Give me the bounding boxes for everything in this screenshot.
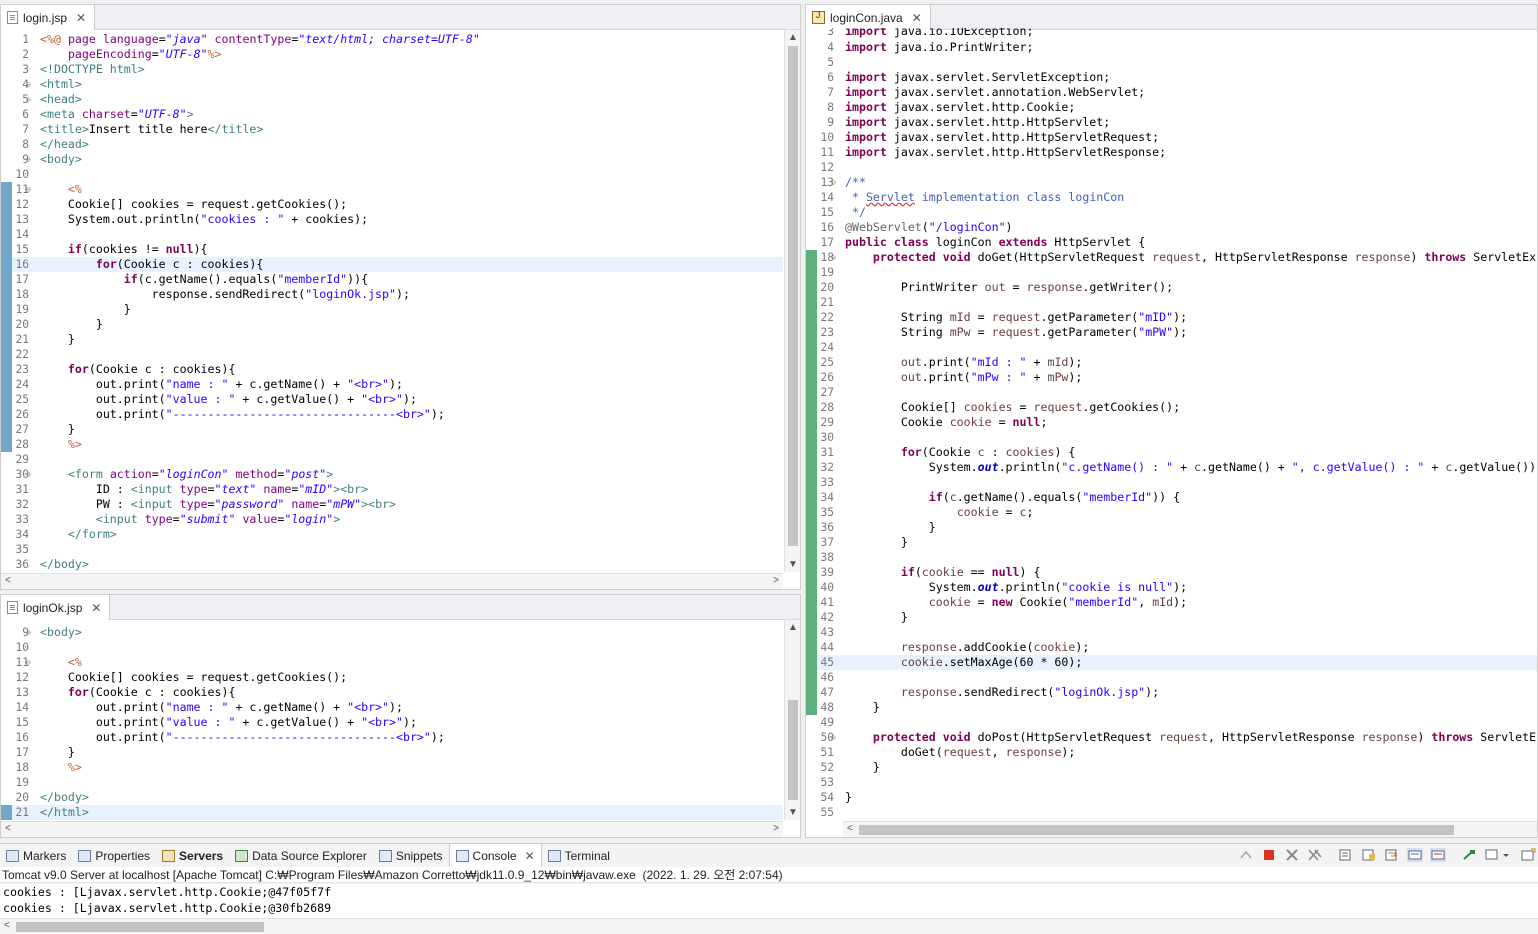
- horizontal-scrollbar[interactable]: < >: [1, 573, 783, 589]
- chevron-down-icon[interactable]: [1501, 848, 1511, 862]
- tab-label: Properties: [95, 848, 151, 863]
- scroll-down-icon[interactable]: ▼: [785, 807, 800, 818]
- tab-login-jsp[interactable]: login.jsp ✕: [1, 5, 96, 30]
- tab-logincon-java[interactable]: loginCon.java ✕: [806, 5, 931, 30]
- clear-console-icon[interactable]: [1338, 848, 1354, 862]
- scroll-left-icon[interactable]: <: [4, 920, 10, 931]
- markers-icon: [6, 849, 19, 862]
- close-icon[interactable]: ✕: [525, 849, 535, 863]
- editor-tabbar: loginCon.java ✕: [806, 5, 1537, 30]
- show-on-stderr-icon[interactable]: [1430, 848, 1446, 862]
- tab-label: Data Source Explorer: [252, 848, 367, 863]
- data-source-icon: [235, 849, 249, 862]
- tab-label: login.jsp: [23, 10, 68, 25]
- console-horizontal-scrollbar[interactable]: <: [0, 918, 1538, 934]
- remove-launch-icon[interactable]: [1284, 848, 1300, 862]
- editor-tabbar: login.jsp ✕: [1, 5, 800, 30]
- display-console-icon[interactable]: [1484, 848, 1500, 862]
- tab-label: loginOk.jsp: [23, 600, 83, 615]
- pin-console-icon[interactable]: [1461, 848, 1477, 862]
- tab-properties[interactable]: Properties: [72, 844, 156, 868]
- scroll-right-icon[interactable]: >: [773, 575, 779, 586]
- console-line: cookies : [Ljavax.servlet.http.Cookie;@4…: [3, 885, 332, 899]
- tab-snippets[interactable]: Snippets: [373, 844, 449, 868]
- terminal-icon: [547, 849, 561, 862]
- tab-console[interactable]: Console ✕: [448, 843, 542, 868]
- scroll-right-icon[interactable]: >: [773, 823, 779, 834]
- scroll-left-icon[interactable]: <: [5, 823, 11, 834]
- tab-servers[interactable]: Servers: [156, 844, 229, 868]
- close-icon[interactable]: ✕: [912, 11, 922, 25]
- scroll-left-icon[interactable]: <: [5, 575, 11, 586]
- jsp-file-icon: [7, 601, 18, 614]
- vertical-scrollbar[interactable]: ▲ ▼: [784, 620, 800, 820]
- console-icon: [455, 849, 469, 862]
- open-console-icon[interactable]: [1520, 848, 1536, 862]
- scroll-up-icon[interactable]: ▲: [785, 622, 800, 633]
- tab-label: Markers: [23, 848, 67, 863]
- show-on-stdout-icon[interactable]: [1407, 848, 1423, 862]
- tab-label: Snippets: [395, 848, 443, 863]
- tab-markers[interactable]: Markers: [0, 844, 72, 868]
- tab-terminal[interactable]: Terminal: [542, 844, 616, 868]
- remove-all-icon[interactable]: [1307, 848, 1323, 862]
- jsp-file-icon: [7, 11, 18, 24]
- editor-login-jsp: login.jsp ✕ 1 <%@ page language="java" co…: [0, 4, 801, 590]
- tab-label: Terminal: [564, 848, 610, 863]
- code-area[interactable]: 3 import java.io.IOException; 4 import jav…: [806, 28, 1537, 820]
- console-header: Tomcat v9.0 Server at localhost [Apache …: [0, 867, 1538, 883]
- scroll-down-icon[interactable]: ▼: [785, 559, 800, 570]
- tab-loginok-jsp[interactable]: loginOk.jsp ✕: [1, 595, 111, 620]
- properties-icon: [78, 849, 92, 862]
- disconnect-icon[interactable]: [1238, 848, 1254, 862]
- tab-label: loginCon.java: [830, 10, 903, 25]
- scroll-up-icon[interactable]: ▲: [785, 32, 800, 43]
- editor-tabbar: loginOk.jsp ✕: [1, 595, 800, 620]
- close-icon[interactable]: ✕: [76, 11, 86, 25]
- code-area[interactable]: 9 ⊖ <body> 10 11 ⊖ <% 12 Cookie[] cookies =…: [1, 625, 783, 820]
- console-output[interactable]: cookies : [Ljavax.servlet.http.Cookie;@4…: [0, 884, 1538, 918]
- vertical-scrollbar[interactable]: ▲ ▼: [784, 30, 800, 572]
- console-line: cookies : [Ljavax.servlet.http.Cookie;@3…: [3, 901, 332, 915]
- horizontal-scrollbar[interactable]: < >: [1, 821, 783, 837]
- horizontal-scrollbar[interactable]: <: [843, 821, 1537, 837]
- tab-data-source-explorer[interactable]: Data Source Explorer: [229, 844, 373, 868]
- close-icon[interactable]: ✕: [91, 601, 101, 615]
- scroll-lock-icon[interactable]: [1361, 848, 1377, 862]
- java-file-icon: [812, 11, 825, 24]
- tab-label: Console: [472, 848, 517, 863]
- code-area[interactable]: 1 <%@ page language="java" contentType="t…: [1, 32, 783, 572]
- snippets-icon: [378, 849, 392, 862]
- tab-label: Servers: [179, 848, 224, 863]
- editor-logincon-java: loginCon.java ✕ 3import java.io.IOExcept…: [805, 4, 1538, 838]
- scroll-left-icon[interactable]: <: [847, 823, 853, 834]
- terminate-icon[interactable]: [1261, 848, 1277, 862]
- servers-icon: [162, 849, 176, 862]
- editor-loginok-jsp: loginOk.jsp ✕ 9 ⊖ <body> 10 11 ⊖ <% 12 Cook…: [0, 594, 801, 838]
- word-wrap-icon[interactable]: [1384, 848, 1400, 862]
